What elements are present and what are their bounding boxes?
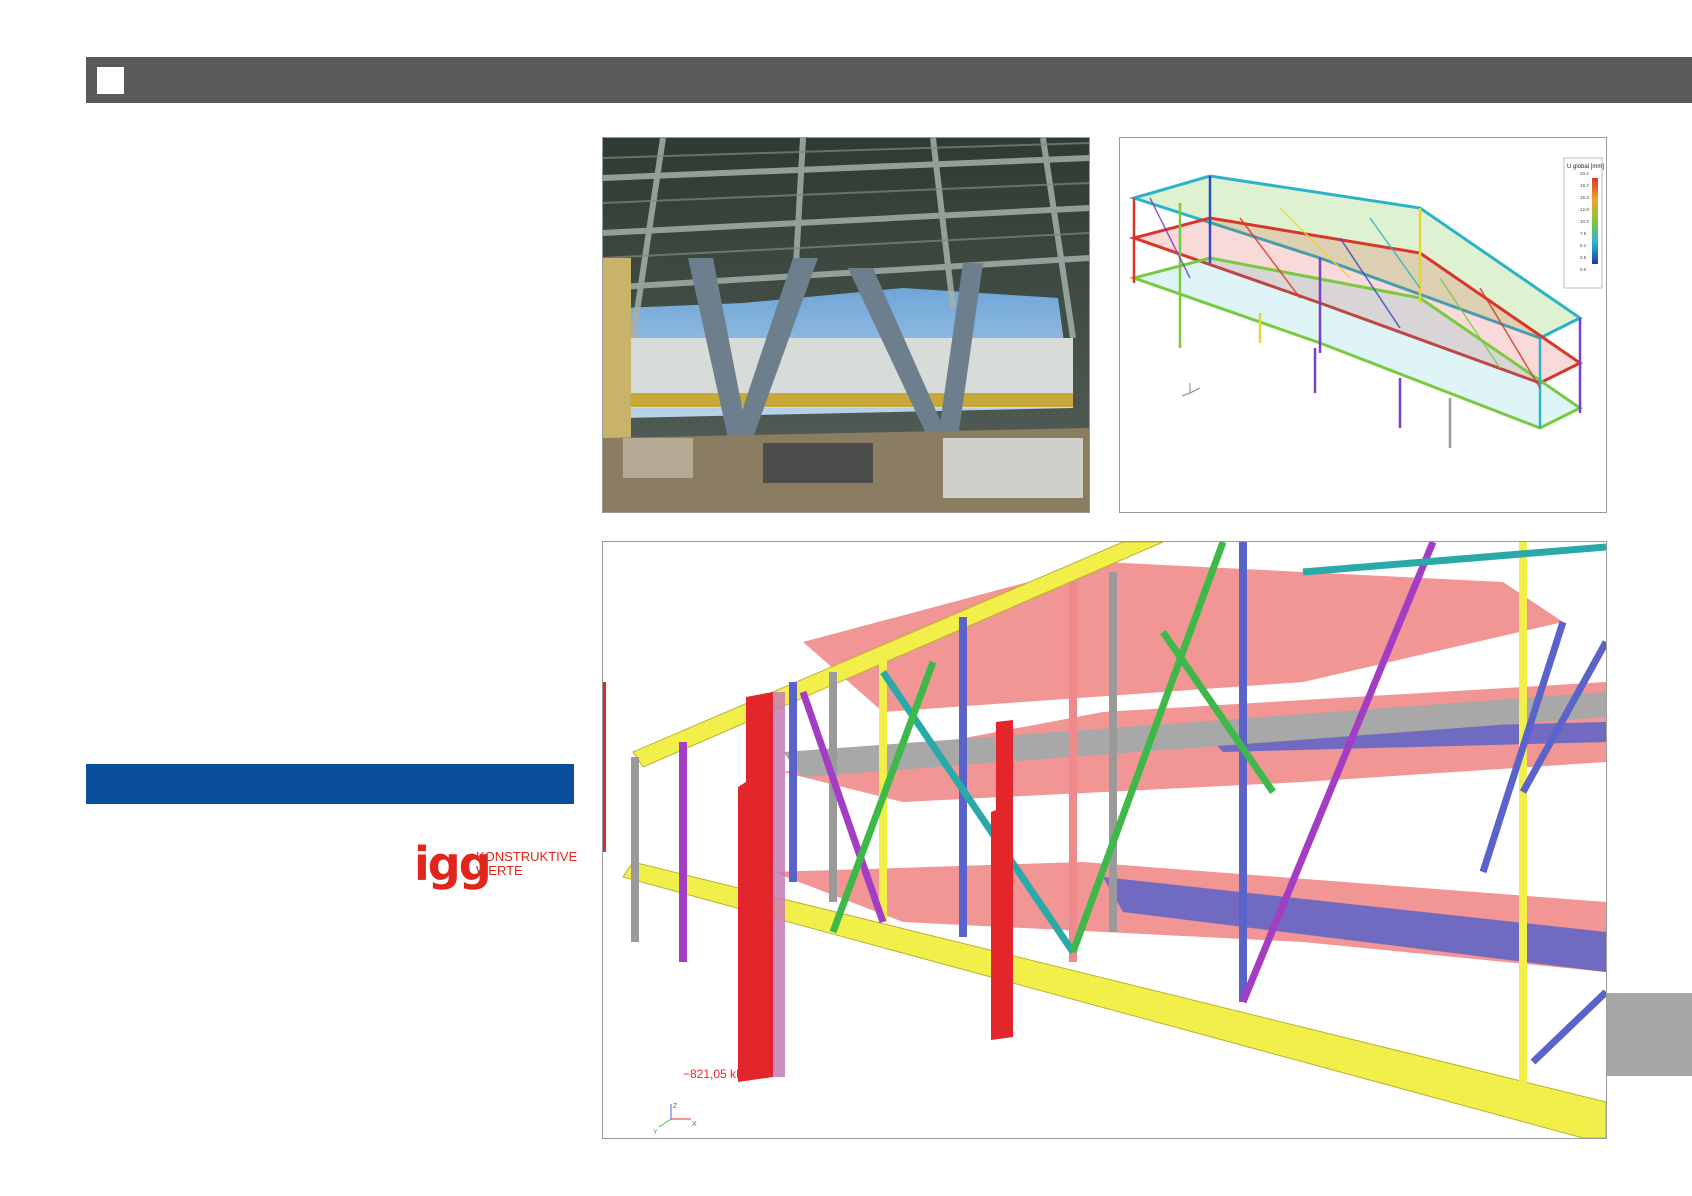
logo-line2: WERTE [476, 863, 523, 878]
logo-tagline: KONSTRUKTIVE WERTE [476, 850, 577, 878]
force-label: −821,05 kN [683, 1067, 745, 1081]
axis-y-label: Y [653, 1129, 658, 1136]
construction-photo [602, 137, 1090, 513]
legend-value: 7.6 [1580, 231, 1587, 236]
header-bar [86, 57, 1692, 103]
legend-value: 10.2 [1580, 219, 1589, 224]
axis-x-label: X [692, 1121, 697, 1128]
legend-value: 20.4 [1580, 171, 1589, 176]
deformation-model: U global [mm] 20.4 18.3 15.3 12.8 10.2 7… [1119, 137, 1607, 513]
accent-blue-bar [86, 764, 574, 804]
legend-value: 0.0 [1580, 267, 1587, 272]
legend-value: 12.8 [1580, 207, 1589, 212]
legend: U global [mm] 20.4 18.3 15.3 12.8 10.2 7… [1563, 157, 1604, 289]
logo-line1: KONSTRUKTIVE [476, 849, 578, 864]
axial-force-model: −821,05 kN Z X Y [602, 541, 1607, 1139]
axis-triad: Z X Y [653, 1103, 697, 1136]
side-tab [1606, 993, 1692, 1076]
legend-value: 5.1 [1580, 243, 1587, 248]
legend-title: U global [mm] [1567, 164, 1604, 170]
axis-z-label: Z [673, 1103, 678, 1110]
legend-value: 18.3 [1580, 183, 1589, 188]
legend-value: 15.3 [1580, 195, 1589, 200]
header-square-icon [97, 67, 124, 94]
legend-value: 2.5 [1580, 255, 1587, 260]
